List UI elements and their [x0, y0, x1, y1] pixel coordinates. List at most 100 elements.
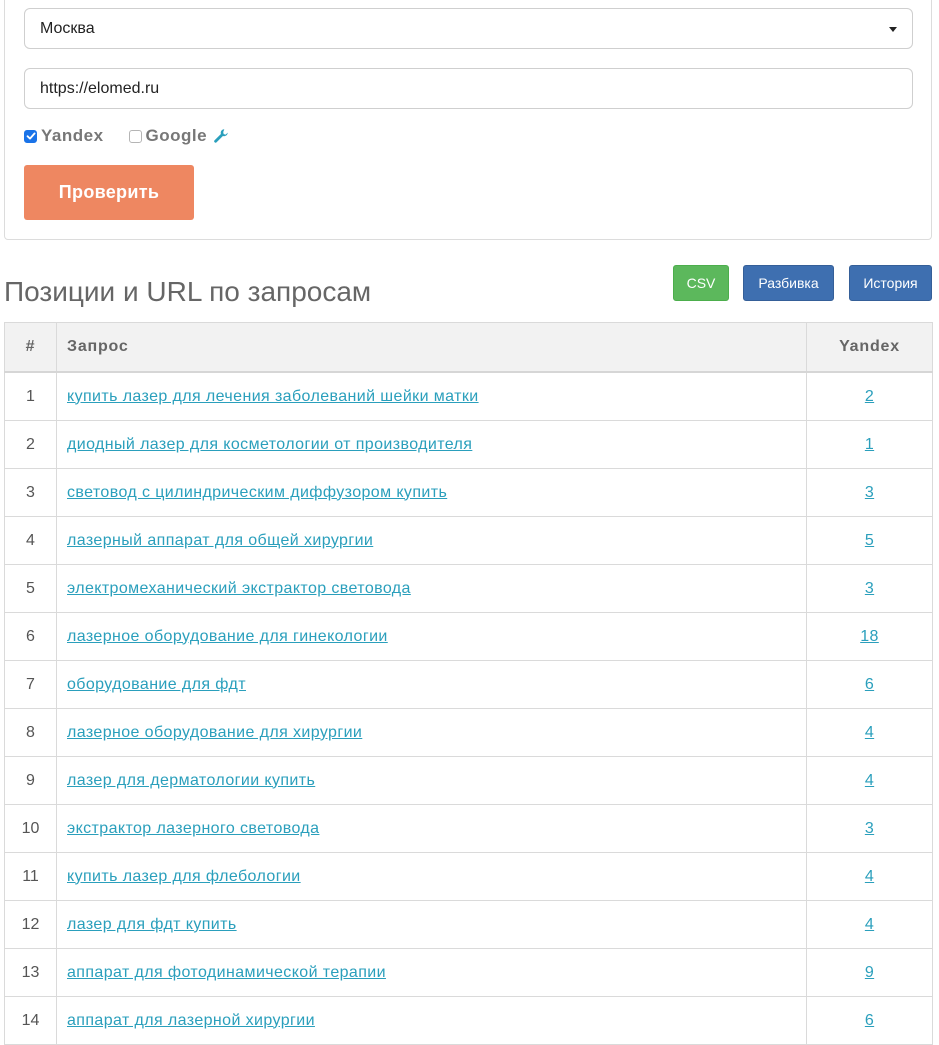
yandex-position-link[interactable]: 2	[865, 388, 874, 405]
csv-button[interactable]: CSV	[673, 265, 729, 301]
query-cell: лазер для дерматологии купить	[56, 756, 807, 805]
checkmark-icon	[26, 132, 35, 140]
query-link[interactable]: лазерное оборудование для гинекологии	[67, 628, 388, 645]
yandex-position-cell: 3	[806, 468, 933, 517]
yandex-position-link[interactable]: 5	[865, 532, 874, 549]
table-row: 5 электромеханический экстрактор световод…	[4, 564, 933, 613]
table-row: 4 лазерный аппарат для общей хирургии 5	[4, 516, 933, 565]
query-cell: лазер для фдт купить	[56, 900, 807, 949]
row-number: 13	[4, 948, 57, 997]
row-number: 3	[4, 468, 57, 517]
table-row: 11 купить лазер для флебологии 4	[4, 852, 933, 901]
check-form-panel: Москва Yandex Google Проверить	[4, 0, 932, 240]
yandex-position-link[interactable]: 4	[865, 772, 874, 789]
row-number: 10	[4, 804, 57, 853]
query-cell: экстрактор лазерного световода	[56, 804, 807, 853]
query-link[interactable]: аппарат для фотодинамической терапии	[67, 964, 386, 981]
yandex-checkbox[interactable]	[24, 129, 37, 143]
yandex-position-cell: 5	[806, 516, 933, 565]
query-cell: купить лазер для флебологии	[56, 852, 807, 901]
yandex-position-cell: 3	[806, 804, 933, 853]
table-row: 12 лазер для фдт купить 4	[4, 900, 933, 949]
query-cell: аппарат для лазерной хирургии	[56, 996, 807, 1045]
yandex-label[interactable]: Yandex	[41, 126, 104, 146]
url-input[interactable]	[24, 68, 913, 109]
query-cell: электромеханический экстрактор световода	[56, 564, 807, 613]
google-checkbox[interactable]	[128, 129, 142, 143]
yandex-position-cell: 9	[806, 948, 933, 997]
row-number: 6	[4, 612, 57, 661]
row-number: 1	[4, 371, 57, 421]
wrench-icon[interactable]	[213, 128, 229, 144]
table-row: 13 аппарат для фотодинамической терапии 9	[4, 948, 933, 997]
yandex-position-cell: 4	[806, 708, 933, 757]
yandex-position-link[interactable]: 3	[865, 484, 874, 501]
yandex-position-link[interactable]: 6	[865, 676, 874, 693]
row-number: 7	[4, 660, 57, 709]
yandex-position-link[interactable]: 4	[865, 868, 874, 885]
row-number: 4	[4, 516, 57, 565]
table-row: 3 световод с цилиндрическим диффузором ку…	[4, 468, 933, 517]
table-row: 8 лазерное оборудование для хирургии 4	[4, 708, 933, 757]
query-cell: оборудование для фдт	[56, 660, 807, 709]
engine-options: Yandex Google	[24, 125, 229, 147]
yandex-position-cell: 3	[806, 564, 933, 613]
row-number: 8	[4, 708, 57, 757]
yandex-position-cell: 1	[806, 420, 933, 469]
query-link[interactable]: купить лазер для флебологии	[67, 868, 301, 885]
query-link[interactable]: лазерное оборудование для хирургии	[67, 724, 362, 741]
yandex-position-link[interactable]: 3	[865, 820, 874, 837]
yandex-position-link[interactable]: 18	[860, 628, 879, 645]
query-link[interactable]: электромеханический экстрактор световода	[67, 580, 411, 597]
yandex-position-link[interactable]: 3	[865, 580, 874, 597]
table-row: 7 оборудование для фдт 6	[4, 660, 933, 709]
region-select[interactable]: Москва	[24, 8, 913, 49]
yandex-position-link[interactable]: 9	[865, 964, 874, 981]
yandex-position-cell: 6	[806, 660, 933, 709]
table-row: 9 лазер для дерматологии купить 4	[4, 756, 933, 805]
query-link[interactable]: экстрактор лазерного световода	[67, 820, 319, 837]
column-header-yandex[interactable]: Yandex	[806, 322, 933, 373]
yandex-position-cell: 4	[806, 852, 933, 901]
query-cell: лазерное оборудование для гинекологии	[56, 612, 807, 661]
query-link[interactable]: лазерный аппарат для общей хирургии	[67, 532, 373, 549]
yandex-position-link[interactable]: 6	[865, 1012, 874, 1029]
yandex-position-cell: 4	[806, 756, 933, 805]
google-label[interactable]: Google	[146, 126, 208, 146]
query-cell: лазерный аппарат для общей хирургии	[56, 516, 807, 565]
column-header-number[interactable]: #	[4, 322, 57, 373]
table-row: 1 купить лазер для лечения заболеваний ше…	[4, 371, 933, 421]
row-number: 2	[4, 420, 57, 469]
row-number: 11	[4, 852, 57, 901]
split-button[interactable]: Разбивка	[743, 265, 834, 301]
yandex-position-cell: 4	[806, 900, 933, 949]
table-row: 2 диодный лазер для косметологии от произ…	[4, 420, 933, 469]
query-link[interactable]: купить лазер для лечения заболеваний шей…	[67, 388, 479, 405]
table-row: 10 экстрактор лазерного световода 3	[4, 804, 933, 853]
history-button[interactable]: История	[849, 265, 932, 301]
yandex-position-link[interactable]: 4	[865, 724, 874, 741]
column-header-query[interactable]: Запрос	[56, 322, 807, 373]
check-button[interactable]: Проверить	[24, 165, 194, 220]
row-number: 12	[4, 900, 57, 949]
table-row: 6 лазерное оборудование для гинекологии 18	[4, 612, 933, 661]
query-cell: диодный лазер для косметологии от произв…	[56, 420, 807, 469]
query-link[interactable]: лазер для дерматологии купить	[67, 772, 315, 789]
yandex-position-link[interactable]: 1	[865, 436, 874, 453]
query-cell: купить лазер для лечения заболеваний шей…	[56, 371, 807, 421]
yandex-position-link[interactable]: 4	[865, 916, 874, 933]
yandex-position-cell: 18	[806, 612, 933, 661]
query-link[interactable]: световод с цилиндрическим диффузором куп…	[67, 484, 447, 501]
query-cell: лазерное оборудование для хирургии	[56, 708, 807, 757]
row-number: 14	[4, 996, 57, 1045]
results-table: # Запрос Yandex 1 купить лазер для лечени…	[4, 322, 933, 1045]
yandex-position-cell: 2	[806, 371, 933, 421]
query-link[interactable]: диодный лазер для косметологии от произв…	[67, 436, 472, 453]
results-title: Позиции и URL по запросам	[4, 276, 372, 307]
query-link[interactable]: аппарат для лазерной хирургии	[67, 1012, 315, 1029]
query-link[interactable]: лазер для фдт купить	[67, 916, 237, 933]
table-header-row: # Запрос Yandex	[4, 322, 933, 373]
query-link[interactable]: оборудование для фдт	[67, 676, 246, 693]
query-cell: световод с цилиндрическим диффузором куп…	[56, 468, 807, 517]
region-select-value: Москва	[40, 19, 95, 37]
